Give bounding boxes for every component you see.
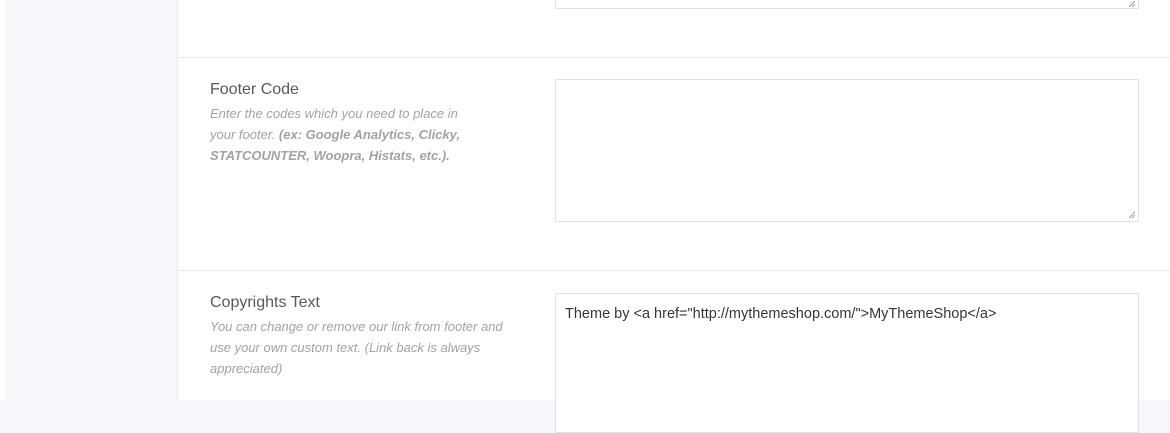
footer-code-title: Footer Code [210,81,299,98]
resize-grip-icon[interactable] [1128,211,1136,219]
options-panel: Footer Code Enter the codes which you ne… [178,0,1170,433]
sidebar [0,0,178,400]
sidebar-edge [0,0,6,400]
header-code-section [178,0,1170,58]
resize-grip-icon[interactable] [1128,0,1136,8]
footer-code-description: Enter the codes which you need to place … [210,103,485,166]
copyrights-title: Copyrights Text [210,294,320,311]
footer-code-label-group: Footer Code Enter the codes which you ne… [210,79,510,166]
footer-code-section: Footer Code Enter the codes which you ne… [178,58,1170,270]
copyrights-textarea[interactable]: Theme by <a href="http://mythemeshop.com… [555,293,1139,433]
footer-code-textarea[interactable] [555,79,1139,222]
header-code-textarea[interactable] [555,0,1139,9]
copyrights-label-group: Copyrights Text You can change or remove… [210,292,510,379]
copyrights-description: You can change or remove our link from f… [210,319,503,376]
copyrights-text-section: Copyrights Text You can change or remove… [178,271,1170,433]
